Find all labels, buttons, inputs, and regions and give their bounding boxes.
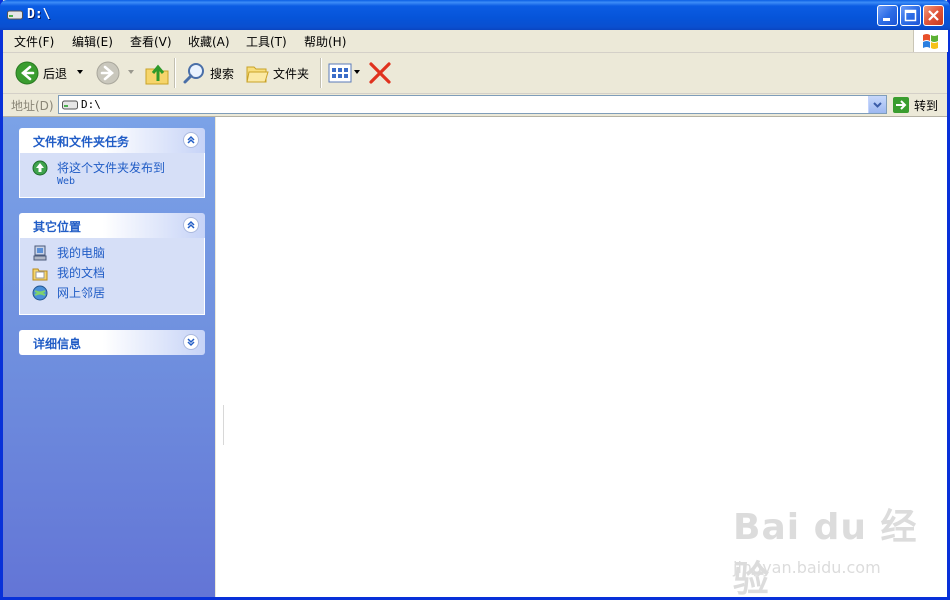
task-label: 网上邻居 <box>57 286 106 300</box>
forward-dropdown-arrow[interactable] <box>128 70 134 74</box>
watermark-url: jingyan.baidu.com <box>733 558 881 577</box>
drive-icon <box>62 100 78 110</box>
menu-edit[interactable]: 编辑(E) <box>72 33 113 50</box>
baidu-watermark: Bai du 经验 jingyan.baidu.com <box>733 498 947 602</box>
folders-icon <box>246 66 269 83</box>
go-label: 转到 <box>914 98 939 113</box>
panel-header[interactable]: 其它位置 <box>19 213 205 238</box>
title-bar[interactable]: D:\ <box>0 0 950 30</box>
address-bar: 地址(D) D:\ 转到 <box>3 94 947 117</box>
task-label-sub: Web <box>57 176 76 187</box>
pane-splitter[interactable] <box>223 405 224 445</box>
close-icon <box>928 10 939 21</box>
panel-title: 其它位置 <box>33 220 82 234</box>
explorer-window: D:\ 文件(F) 编辑(E) 查看(V) 收藏(A) 工具(T) 帮助(H) <box>0 0 950 600</box>
back-arrow-icon <box>15 61 39 85</box>
up-button[interactable] <box>144 59 170 87</box>
drive-icon <box>7 10 23 20</box>
task-label: 我的文档 <box>57 266 106 280</box>
other-places-panel: 其它位置 我的电脑 我的文档 网上邻居 <box>19 213 205 315</box>
address-input[interactable]: D:\ <box>58 95 887 114</box>
forward-button[interactable] <box>96 59 120 87</box>
my-documents-link[interactable]: 我的文档 <box>20 264 204 284</box>
my-computer-link[interactable]: 我的电脑 <box>20 244 204 264</box>
panel-title: 文件和文件夹任务 <box>33 135 130 149</box>
publish-web-icon <box>32 160 48 176</box>
expand-chevron-icon[interactable] <box>183 334 199 350</box>
search-icon <box>183 63 204 84</box>
forward-arrow-icon <box>96 61 120 85</box>
minimize-button[interactable] <box>877 5 898 26</box>
go-button[interactable]: 转到 <box>892 95 938 115</box>
publish-folder-web-link[interactable]: 将这个文件夹发布到 Web <box>20 159 204 187</box>
task-label: 将这个文件夹发布到 <box>57 161 166 175</box>
back-button[interactable]: 后退 <box>15 59 67 87</box>
address-value: D:\ <box>81 98 101 111</box>
toolbar-separator <box>174 58 176 88</box>
windows-flag-icon <box>923 34 938 49</box>
maximize-button[interactable] <box>900 5 921 26</box>
address-dropdown-button[interactable] <box>868 96 886 113</box>
network-places-link[interactable]: 网上邻居 <box>20 284 204 304</box>
back-dropdown-arrow[interactable] <box>77 70 83 74</box>
panel-header[interactable]: 文件和文件夹任务 <box>19 128 205 153</box>
details-panel: 详细信息 <box>19 330 205 355</box>
file-folder-tasks-panel: 文件和文件夹任务 将这个文件夹发布到 Web <box>19 128 205 198</box>
menu-file[interactable]: 文件(F) <box>14 33 54 50</box>
up-folder-icon <box>145 64 169 85</box>
toolbar-separator <box>320 58 322 88</box>
menu-tools[interactable]: 工具(T) <box>246 33 287 50</box>
toolbar: 后退 搜索 文件夹 <box>3 53 947 94</box>
minimize-icon <box>883 18 890 21</box>
collapse-chevron-icon[interactable] <box>183 217 199 233</box>
search-label: 搜索 <box>210 66 235 81</box>
task-label: 我的电脑 <box>57 246 106 260</box>
panel-title: 详细信息 <box>33 337 82 351</box>
maximize-icon <box>904 9 917 22</box>
views-icon <box>328 63 352 83</box>
delete-x-icon <box>369 62 391 84</box>
go-arrow-icon <box>893 97 909 113</box>
my-computer-icon <box>33 245 47 261</box>
chevron-down-icon <box>873 102 882 108</box>
menu-view[interactable]: 查看(V) <box>130 33 172 50</box>
network-places-icon <box>32 285 48 301</box>
back-label: 后退 <box>43 66 68 81</box>
menu-favorites[interactable]: 收藏(A) <box>188 33 230 50</box>
menu-help[interactable]: 帮助(H) <box>304 33 346 50</box>
my-documents-icon <box>32 268 48 281</box>
folders-label: 文件夹 <box>273 66 310 81</box>
address-label: 地址(D) <box>11 99 54 113</box>
task-pane: 文件和文件夹任务 将这个文件夹发布到 Web 其它位置 我的电脑 我的文档 网上… <box>3 117 215 597</box>
collapse-chevron-icon[interactable] <box>183 132 199 148</box>
folders-button[interactable]: 文件夹 <box>245 59 309 87</box>
windows-logo <box>913 30 948 52</box>
delete-button[interactable] <box>368 59 392 87</box>
watermark-brand: Bai du 经验 <box>733 507 918 600</box>
search-button[interactable]: 搜索 <box>182 59 234 87</box>
window-title: D:\ <box>27 7 51 22</box>
views-button[interactable] <box>328 59 354 87</box>
close-button[interactable] <box>923 5 944 26</box>
menu-bar: 文件(F) 编辑(E) 查看(V) 收藏(A) 工具(T) 帮助(H) <box>3 30 948 53</box>
panel-header[interactable]: 详细信息 <box>19 330 205 355</box>
views-dropdown-arrow[interactable] <box>354 70 360 74</box>
